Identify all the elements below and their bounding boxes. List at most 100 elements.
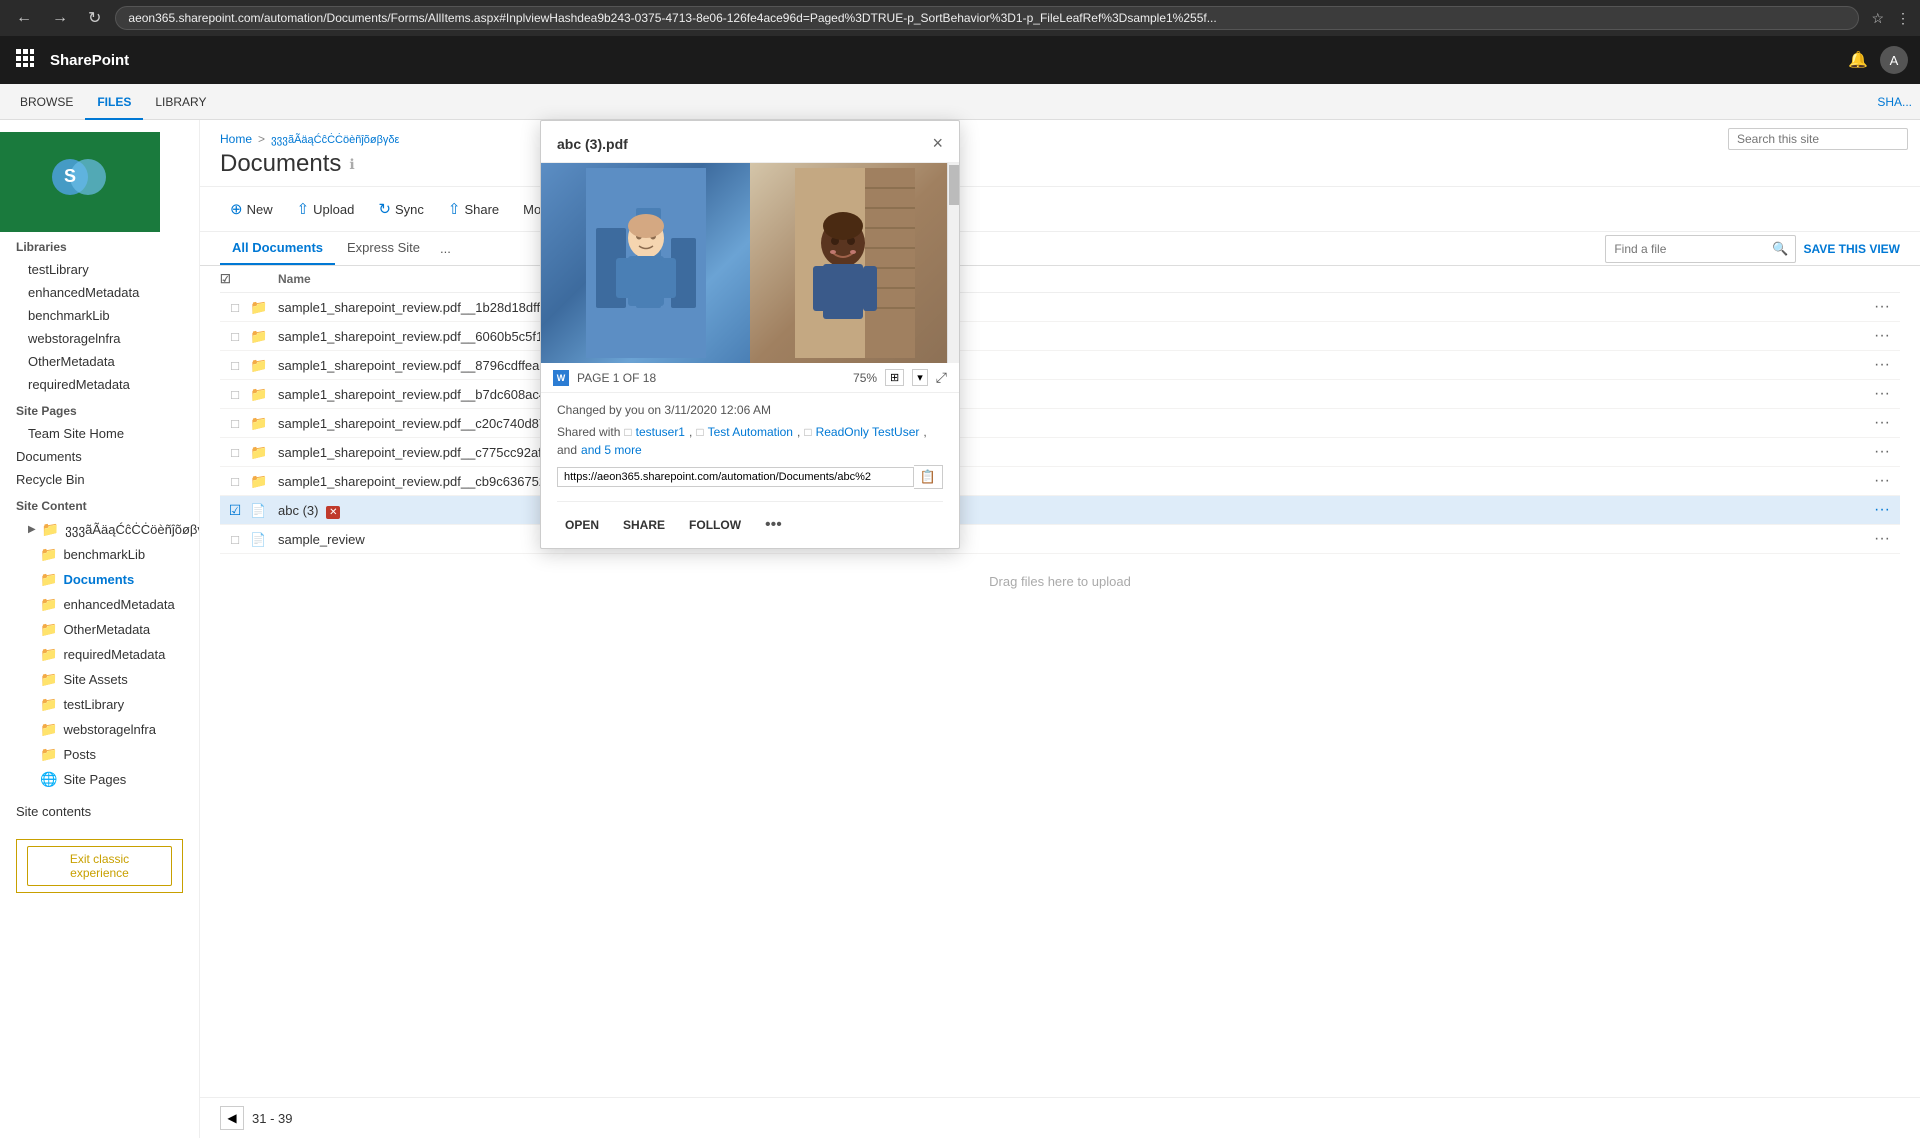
sidebar-item-testlib2[interactable]: 📁 testLibrary xyxy=(0,692,199,717)
sidebar-item-webstorage2[interactable]: 📁 webstoragelnfra xyxy=(0,717,199,742)
scrollbar-thumb[interactable] xyxy=(949,165,959,205)
view-tab-all-documents[interactable]: All Documents xyxy=(220,232,335,265)
sidebar-item-requiredmetadata[interactable]: requiredMetadata xyxy=(0,373,199,396)
sidebar-item-enhancedmeta2[interactable]: 📁 enhancedMetadata xyxy=(0,592,199,617)
popup-open-button[interactable]: OPEN xyxy=(557,514,607,536)
sidebar-item-site-contents[interactable]: Site contents xyxy=(0,800,199,823)
view-tab-more[interactable]: ... xyxy=(432,233,459,264)
sidebar-item-documents2[interactable]: 📁 Documents xyxy=(0,567,199,592)
popup-follow-button[interactable]: FOLLOW xyxy=(681,514,749,536)
popup-expand-button[interactable]: ⤢ xyxy=(936,369,947,386)
table-row[interactable]: □ 📁 sample1_sharepoint_review.pdf__b7dc6… xyxy=(220,380,1900,409)
file-name[interactable]: sample1_sharepoint_review.pdf__c20c740d8… xyxy=(278,416,1864,431)
popup-share-button[interactable]: SHARE xyxy=(615,514,673,536)
row-checkbox[interactable]: □ xyxy=(220,532,250,547)
row-checkbox[interactable]: □ xyxy=(220,416,250,431)
sidebar-item-benchmarklib2[interactable]: 📁 benchmarkLib xyxy=(0,542,199,567)
popup-view-grid-button[interactable]: ⊞ xyxy=(885,369,904,386)
popup-url-input[interactable] xyxy=(557,467,914,487)
breadcrumb-site[interactable]: ვვვãÃäąĆĉĊĊöèñĵõøβγδε xyxy=(271,133,399,146)
popup-more-button[interactable]: ••• xyxy=(757,512,790,538)
sidebar-item-documents[interactable]: Documents xyxy=(0,445,199,468)
file-name[interactable]: abc (3) ✕ xyxy=(278,503,1864,518)
row-checkbox[interactable]: □ xyxy=(220,300,250,315)
ribbon-share-btn[interactable]: SHA... xyxy=(1877,95,1912,109)
shared-user-readonly[interactable]: ReadOnly TestUser xyxy=(816,425,920,439)
refresh-button[interactable]: ↻ xyxy=(82,6,107,30)
preview-scrollbar[interactable] xyxy=(947,163,959,363)
sidebar-item-recycle-bin[interactable]: Recycle Bin xyxy=(0,468,199,491)
table-row[interactable]: □ 📁 sample1_sharepoint_review.pdf__c775c… xyxy=(220,438,1900,467)
new-button[interactable]: ⊕ New xyxy=(220,195,283,223)
sidebar-item-othermeta2[interactable]: 📁 OtherMetadata xyxy=(0,617,199,642)
popup-copy-button[interactable]: 📋 xyxy=(914,465,943,489)
popup-view-list-button[interactable]: ▾ xyxy=(912,369,928,386)
file-name[interactable]: sample1_sharepoint_review.pdf__cb9c63675… xyxy=(278,474,1864,489)
tab-browse[interactable]: BROWSE xyxy=(8,84,85,120)
sidebar-item-site1[interactable]: ▶ 📁 ვვვãÃäąĆĉĊĊöèñĵõøβγδε xyxy=(0,517,199,542)
find-file-input[interactable] xyxy=(1606,242,1766,256)
breadcrumb-home[interactable]: Home xyxy=(220,132,252,146)
user-avatar[interactable]: A xyxy=(1880,46,1908,74)
file-menu-button[interactable]: ··· xyxy=(1864,414,1900,432)
search-site-input[interactable] xyxy=(1728,128,1908,150)
file-name[interactable]: sample1_sharepoint_review.pdf__b7dc608ac… xyxy=(278,387,1864,402)
file-name[interactable]: sample1_sharepoint_review.pdf__8796cdffe… xyxy=(278,358,1864,373)
share-button[interactable]: ⇧ Share xyxy=(438,195,509,223)
sidebar-item-teamsitehome[interactable]: Team Site Home xyxy=(0,422,199,445)
sidebar-item-enhancedmetadata[interactable]: enhancedMetadata xyxy=(0,281,199,304)
back-button[interactable]: ← xyxy=(10,7,38,29)
pagination-prev-button[interactable]: ◀ xyxy=(220,1106,244,1130)
sidebar-item-posts[interactable]: 📁 Posts xyxy=(0,742,199,767)
notification-bell-icon[interactable]: 🔔 xyxy=(1848,50,1868,70)
file-menu-button[interactable]: ··· xyxy=(1864,298,1900,316)
file-menu-button[interactable]: ··· xyxy=(1864,443,1900,461)
table-row[interactable]: ☑ 📄 abc (3) ✕ ··· xyxy=(220,496,1900,525)
row-checkbox[interactable]: ☑ xyxy=(220,502,250,519)
table-row[interactable]: □ 📁 sample1_sharepoint_review.pdf__c20c7… xyxy=(220,409,1900,438)
file-name[interactable]: sample_review xyxy=(278,532,1864,547)
file-menu-button[interactable]: ··· xyxy=(1864,472,1900,490)
file-name[interactable]: sample1_sharepoint_review.pdf__6060b5c5f… xyxy=(278,329,1864,344)
table-row[interactable]: □ 📁 sample1_sharepoint_review.pdf__cb9c6… xyxy=(220,467,1900,496)
table-row[interactable]: □ 📁 sample1_sharepoint_review.pdf__6060b… xyxy=(220,322,1900,351)
save-this-view-button[interactable]: SAVE THIS VIEW xyxy=(1804,242,1900,256)
row-checkbox[interactable]: □ xyxy=(220,329,250,344)
sidebar-item-benchmarklib[interactable]: benchmarkLib xyxy=(0,304,199,327)
tab-library[interactable]: LIBRARY xyxy=(143,84,218,120)
file-menu-button[interactable]: ··· xyxy=(1864,327,1900,345)
file-name[interactable]: sample1_sharepoint_review.pdf__c775cc92a… xyxy=(278,445,1864,460)
sidebar-item-sitepages2[interactable]: 🌐 Site Pages xyxy=(0,767,199,792)
sidebar-item-siteassets[interactable]: 📁 Site Assets xyxy=(0,667,199,692)
exit-classic-button[interactable]: Exit classic experience xyxy=(27,846,172,886)
url-bar[interactable] xyxy=(115,6,1859,30)
table-row[interactable]: □ 📁 sample1_sharepoint_review.pdf__1b28d… xyxy=(220,293,1900,322)
file-name[interactable]: sample1_sharepoint_review.pdf__1b28d18df… xyxy=(278,300,1864,315)
sidebar-item-requiredmeta2[interactable]: 📁 requiredMetadata xyxy=(0,642,199,667)
file-menu-button[interactable]: ··· xyxy=(1864,501,1900,519)
file-menu-button[interactable]: ··· xyxy=(1864,356,1900,374)
file-preview-popup[interactable]: abc (3).pdf × xyxy=(540,120,960,549)
popup-close-button[interactable]: × xyxy=(932,133,943,154)
row-checkbox[interactable]: □ xyxy=(220,387,250,402)
upload-button[interactable]: ⇧ Upload xyxy=(287,195,365,223)
sync-button[interactable]: ↻ Sync xyxy=(368,195,433,223)
tab-files[interactable]: FILES xyxy=(85,84,143,120)
table-row[interactable]: □ 📁 sample1_sharepoint_review.pdf__8796c… xyxy=(220,351,1900,380)
app-launcher-icon[interactable]: ​ xyxy=(12,45,38,76)
shared-user-testautomation[interactable]: Test Automation xyxy=(708,425,793,439)
row-checkbox[interactable]: □ xyxy=(220,474,250,489)
forward-button[interactable]: → xyxy=(46,7,74,29)
find-file-search-icon[interactable]: 🔍 xyxy=(1766,241,1794,257)
table-row[interactable]: □ 📄 sample_review ··· xyxy=(220,525,1900,554)
header-name-col[interactable]: Name xyxy=(278,272,1864,286)
sidebar-item-webstorage[interactable]: webstoragelnfra xyxy=(0,327,199,350)
shared-more-link[interactable]: and 5 more xyxy=(581,443,642,457)
shared-user-testuser1[interactable]: testuser1 xyxy=(636,425,685,439)
view-tab-express-site[interactable]: Express Site xyxy=(335,232,432,265)
file-menu-button[interactable]: ··· xyxy=(1864,385,1900,403)
sidebar-item-othermetadata[interactable]: OtherMetadata xyxy=(0,350,199,373)
select-all-checkbox[interactable]: ☑ xyxy=(220,272,231,286)
row-checkbox[interactable]: □ xyxy=(220,358,250,373)
row-checkbox[interactable]: □ xyxy=(220,445,250,460)
